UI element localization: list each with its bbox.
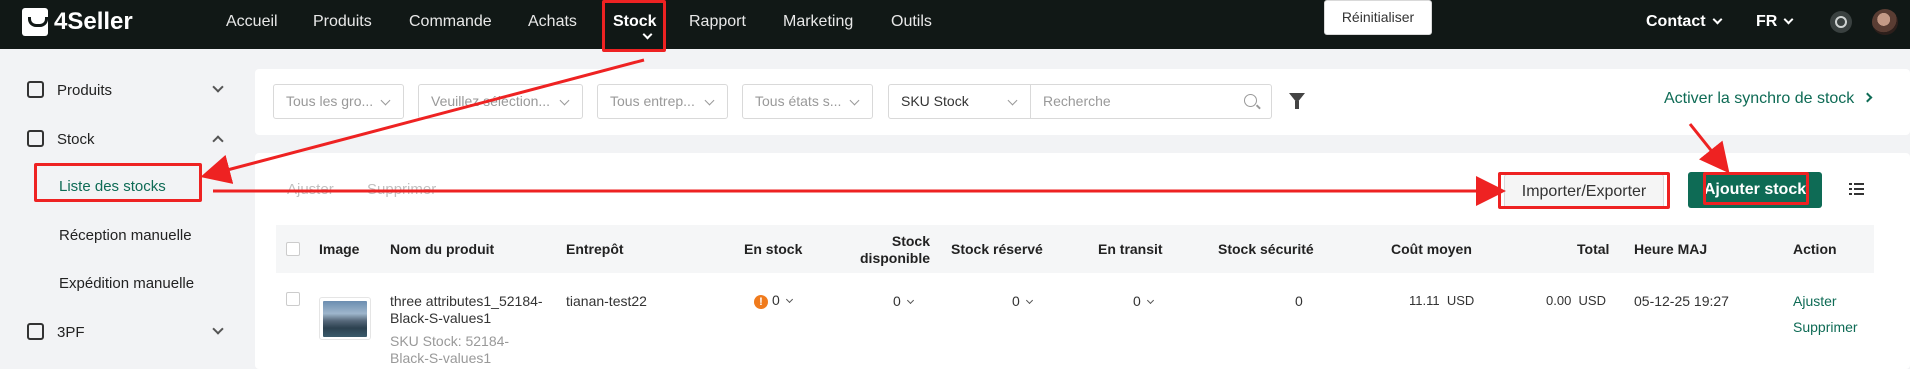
annotation-arrows bbox=[200, 58, 1730, 206]
arrow-stock-to-list bbox=[200, 58, 645, 184]
arrow-to-add-stock bbox=[1688, 123, 1730, 174]
